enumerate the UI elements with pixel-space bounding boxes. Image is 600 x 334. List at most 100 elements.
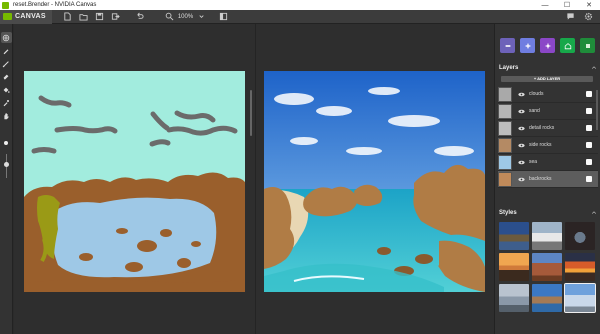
style-thumbnail[interactable] xyxy=(565,253,595,281)
mode-swatch-button[interactable] xyxy=(580,38,595,53)
main-toolbar: CANVAS 100% xyxy=(0,9,600,24)
chevron-down-icon[interactable] xyxy=(195,11,207,23)
settings-icon[interactable] xyxy=(582,11,594,23)
title-bar: reset.Brender - NVIDIA Canvas — ☐ ✕ xyxy=(0,0,600,10)
brand: CANVAS xyxy=(0,9,52,24)
feedback-icon[interactable] xyxy=(564,11,576,23)
eraser-tool[interactable] xyxy=(1,71,12,82)
toolbar-right xyxy=(560,11,600,23)
home-icon xyxy=(564,42,571,49)
mode-palette xyxy=(500,38,595,53)
close-button[interactable]: ✕ xyxy=(578,0,600,10)
right-panel: Layers + ADD LAYER clouds sand detail ro… xyxy=(494,24,600,334)
panel-toggle-icon[interactable] xyxy=(217,11,229,23)
mode-add-button[interactable] xyxy=(520,38,535,53)
layer-list: clouds sand detail rocks side rocks sea … xyxy=(498,86,598,188)
brand-name: CANVAS xyxy=(15,13,46,20)
eye-icon[interactable] xyxy=(517,143,526,148)
mode-sparkle-button[interactable] xyxy=(540,38,555,53)
window-title: reset.Brender - NVIDIA Canvas xyxy=(13,2,97,8)
style-thumbnail[interactable] xyxy=(532,284,562,312)
style-thumbnail[interactable] xyxy=(499,284,529,312)
zoom-control[interactable]: 100% xyxy=(160,11,207,23)
eyedropper-tool[interactable] xyxy=(1,97,12,108)
layer-checkbox[interactable] xyxy=(586,91,592,97)
layer-item[interactable]: sand xyxy=(498,103,598,120)
layer-name: sea xyxy=(529,159,538,165)
styles-header: Styles xyxy=(499,208,597,217)
layer-checkbox[interactable] xyxy=(586,125,592,131)
styles-title: Styles xyxy=(499,209,517,216)
save-icon[interactable] xyxy=(94,11,106,23)
style-thumbnail[interactable] xyxy=(499,222,529,250)
brush-size-slider[interactable] xyxy=(3,154,9,178)
eye-icon[interactable] xyxy=(517,92,526,97)
undo-icon[interactable] xyxy=(134,11,146,23)
style-thumbnail[interactable] xyxy=(565,222,595,250)
pan-tool[interactable] xyxy=(1,110,12,121)
canvas-divider xyxy=(255,24,256,334)
layer-thumbnail xyxy=(498,137,512,153)
layer-checkbox[interactable] xyxy=(586,108,592,114)
layer-name: side rocks xyxy=(529,142,552,148)
layer-checkbox[interactable] xyxy=(586,159,592,165)
layer-item-active[interactable]: backrocks xyxy=(498,171,598,188)
slider-knob[interactable] xyxy=(3,162,9,167)
move-tool[interactable] xyxy=(0,32,12,43)
layer-thumbnail xyxy=(498,171,512,187)
maximize-button[interactable]: ☐ xyxy=(556,0,578,10)
eye-icon[interactable] xyxy=(517,109,526,114)
styles-grid xyxy=(499,222,596,313)
layer-thumbnail xyxy=(498,154,512,170)
square-icon xyxy=(585,43,590,48)
generated-beach-image xyxy=(264,71,485,292)
layer-name: clouds xyxy=(529,91,544,97)
brush-size-dot-icon xyxy=(1,137,12,148)
layer-item[interactable]: side rocks xyxy=(498,137,598,154)
layer-item[interactable]: clouds xyxy=(498,86,598,103)
add-layer-button[interactable]: + ADD LAYER xyxy=(501,76,593,82)
layer-checkbox[interactable] xyxy=(586,176,592,182)
layer-thumbnail xyxy=(498,86,512,102)
layer-item[interactable]: detail rocks xyxy=(498,120,598,137)
zoom-icon xyxy=(164,11,176,23)
minimize-button[interactable]: — xyxy=(534,0,556,10)
open-folder-icon[interactable] xyxy=(78,11,90,23)
layer-thumbnail xyxy=(498,103,512,119)
export-icon[interactable] xyxy=(110,11,122,23)
style-thumbnail[interactable] xyxy=(499,253,529,281)
layer-name: sand xyxy=(529,108,540,114)
line-tool[interactable] xyxy=(1,58,12,69)
app-icon xyxy=(2,1,9,9)
eye-icon[interactable] xyxy=(517,177,526,182)
layers-title: Layers xyxy=(499,64,519,71)
collapse-icon[interactable] xyxy=(591,210,597,216)
fill-tool[interactable] xyxy=(1,84,12,95)
style-thumbnail[interactable] xyxy=(532,222,562,250)
layer-item[interactable]: sea xyxy=(498,154,598,171)
layers-header: Layers xyxy=(499,63,597,72)
style-thumbnail-selected[interactable] xyxy=(564,283,596,313)
segmentation-drawing xyxy=(24,71,245,292)
layers-scrollbar[interactable] xyxy=(596,90,598,130)
tool-strip xyxy=(0,24,13,334)
layer-name: backrocks xyxy=(529,176,552,182)
style-thumbnail[interactable] xyxy=(532,253,562,281)
new-file-icon[interactable] xyxy=(62,11,74,23)
nvidia-logo-icon xyxy=(3,13,12,20)
segmentation-canvas[interactable] xyxy=(24,71,245,292)
mode-home-button[interactable] xyxy=(560,38,575,53)
layer-checkbox[interactable] xyxy=(586,142,592,148)
app-window: reset.Brender - NVIDIA Canvas — ☐ ✕ CANV… xyxy=(0,0,600,334)
brush-tool[interactable] xyxy=(1,45,12,56)
eye-icon[interactable] xyxy=(517,160,526,165)
workspace xyxy=(14,24,494,334)
mode-material-button[interactable] xyxy=(500,38,515,53)
layer-thumbnail xyxy=(498,120,512,136)
plus-icon xyxy=(525,43,530,48)
collapse-icon[interactable] xyxy=(591,65,597,71)
layer-name: detail rocks xyxy=(529,125,555,131)
eye-icon[interactable] xyxy=(517,126,526,131)
minus-icon xyxy=(505,44,510,47)
canvas-scrollbar[interactable] xyxy=(250,90,252,136)
